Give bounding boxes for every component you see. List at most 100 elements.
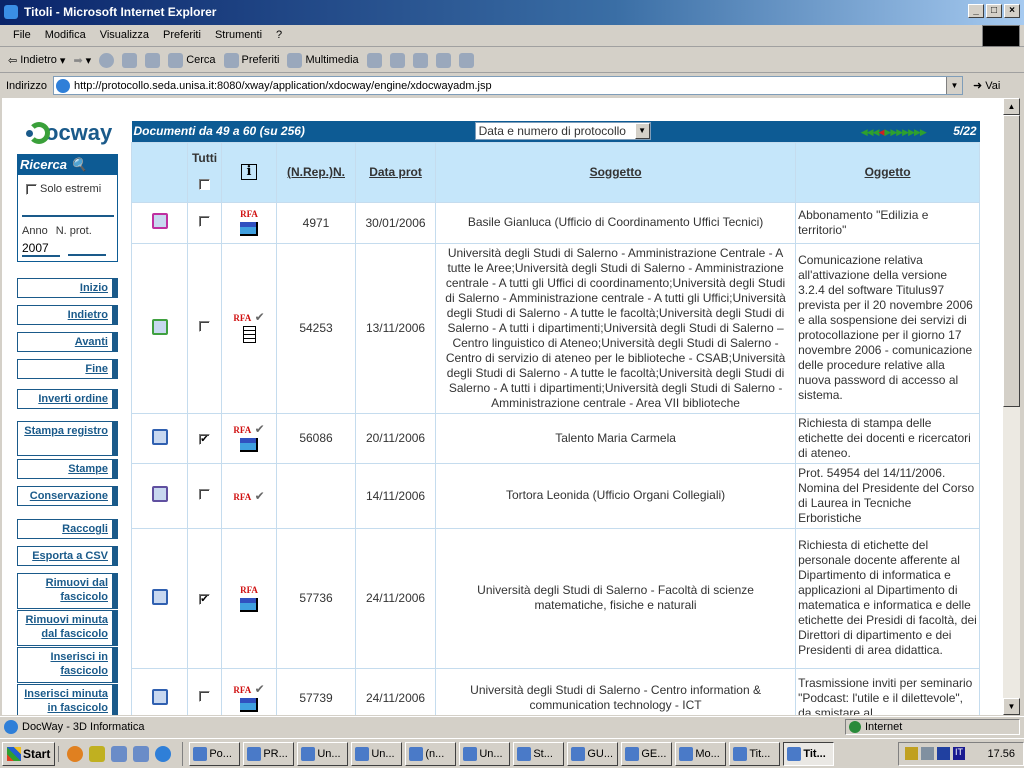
minimize-button[interactable]: _: [968, 4, 984, 18]
taskbar-button[interactable]: St...: [513, 741, 565, 766]
document-type-icon[interactable]: [151, 428, 168, 445]
maximize-button[interactable]: □: [986, 4, 1002, 18]
menu-file[interactable]: File: [6, 29, 38, 46]
taskbar-button[interactable]: Un...: [297, 741, 349, 766]
nav-conservazione[interactable]: Conservazione: [17, 486, 118, 506]
media-button[interactable]: Multimedia: [287, 52, 359, 68]
close-button[interactable]: ×: [1004, 4, 1020, 18]
table-row[interactable]: ✔ RFA 57736 24/11/2006 Università degli …: [131, 527, 981, 669]
taskbar-button[interactable]: PR...: [243, 741, 295, 766]
col-soggetto[interactable]: Soggetto: [590, 165, 642, 179]
taskbar-button[interactable]: Mo...: [675, 741, 727, 766]
row-checkbox[interactable]: [199, 321, 210, 332]
image-attachment-icon[interactable]: [240, 222, 258, 236]
sort-select[interactable]: Data e numero di protocollo ▼: [474, 122, 651, 141]
nav-rimuovi-fascicolo[interactable]: Rimuovi dal fascicolo: [17, 573, 118, 609]
nav-indietro[interactable]: Indietro: [17, 305, 118, 325]
image-attachment-icon[interactable]: [240, 597, 258, 612]
ie-icon[interactable]: [155, 745, 172, 762]
vertical-scrollbar[interactable]: ▲ ▼: [1003, 98, 1020, 715]
nav-stampe[interactable]: Stampe: [17, 459, 118, 479]
row-checkbox[interactable]: ✔: [199, 434, 210, 445]
menu-strumenti[interactable]: Strumenti: [208, 29, 269, 46]
shield-icon[interactable]: [937, 747, 950, 760]
document-type-icon[interactable]: [151, 318, 168, 335]
table-row[interactable]: RFA ✔ 54253 13/11/2006 Università degli …: [131, 242, 981, 414]
nav-raccogli[interactable]: Raccogli: [17, 519, 118, 539]
notepad-icon[interactable]: [111, 745, 128, 762]
rfa-label[interactable]: RFA: [233, 685, 251, 695]
scroll-thumb[interactable]: [1003, 115, 1020, 407]
nav-fine[interactable]: Fine: [17, 359, 118, 379]
address-dropdown[interactable]: ▼: [945, 77, 962, 94]
go-button[interactable]: ➜ Vai: [973, 79, 1000, 93]
volume-icon[interactable]: [905, 747, 918, 760]
solo-estremi-checkbox[interactable]: [26, 183, 37, 195]
image-attachment-icon[interactable]: [240, 437, 258, 452]
nav-esporta-csv[interactable]: Esporta a CSV: [17, 546, 118, 566]
table-row[interactable]: ✔ RFA ✔ 56086 20/11/2006 Talento Maria C…: [131, 412, 981, 464]
forward-button[interactable]: ➡ ▾: [73, 54, 91, 67]
app-icon[interactable]: [133, 745, 150, 762]
image-attachment-icon[interactable]: [240, 697, 258, 712]
menu-modifica[interactable]: Modifica: [38, 29, 93, 46]
clock-app-icon[interactable]: [89, 745, 106, 762]
nav-inverti-ordine[interactable]: Inverti ordine: [17, 389, 118, 409]
mail-icon[interactable]: [389, 52, 405, 68]
row-checkbox[interactable]: ✔: [199, 594, 210, 605]
history-icon[interactable]: [366, 52, 382, 68]
nav-rimuovi-minuta[interactable]: Rimuovi minuta dal fascicolo: [17, 610, 118, 646]
rfa-label[interactable]: RFA: [233, 313, 251, 323]
row-checkbox[interactable]: [199, 215, 210, 227]
taskbar-button[interactable]: (n...: [405, 741, 457, 766]
col-oggetto[interactable]: Oggetto: [865, 165, 911, 179]
magnifier-icon[interactable]: 🔍: [71, 157, 87, 172]
nav-avanti[interactable]: Avanti: [17, 332, 118, 352]
stop-icon[interactable]: [99, 52, 115, 68]
col-data[interactable]: Data prot: [369, 165, 422, 179]
menu-help[interactable]: ?: [269, 29, 289, 46]
menu-preferiti[interactable]: Preferiti: [156, 29, 208, 46]
discuss-icon[interactable]: [458, 52, 474, 68]
refresh-icon[interactable]: [122, 52, 138, 68]
nav-inserisci-minuta[interactable]: Inserisci minuta in fascicolo: [17, 684, 118, 715]
network-icon[interactable]: [921, 747, 934, 760]
taskbar-button[interactable]: Tit...: [783, 741, 835, 766]
nav-stampa-registro[interactable]: Stampa registro: [17, 421, 118, 456]
rfa-label[interactable]: RFA: [240, 585, 258, 595]
scroll-up-button[interactable]: ▲: [1003, 98, 1020, 115]
taskbar-button[interactable]: Un...: [351, 741, 403, 766]
media-player-icon[interactable]: [67, 745, 84, 762]
table-row[interactable]: RFA 4971 30/01/2006 Basile Gianluca (Uff…: [131, 201, 981, 244]
table-row[interactable]: RFA ✔ 57739 24/11/2006 Università degli …: [131, 667, 981, 715]
col-num[interactable]: (N.Rep.)N.: [287, 165, 345, 179]
back-button[interactable]: ⇦ Indietro ▾: [8, 54, 65, 67]
document-type-icon[interactable]: [151, 688, 168, 705]
taskbar-button[interactable]: Un...: [459, 741, 511, 766]
document-type-icon[interactable]: [151, 588, 168, 605]
document-type-icon[interactable]: [151, 486, 168, 502]
address-input[interactable]: http://protocollo.seda.unisa.it:8080/xwa…: [52, 76, 963, 95]
document-type-icon[interactable]: [151, 213, 168, 229]
nav-inserisci-fascicolo[interactable]: Inserisci in fascicolo: [17, 647, 118, 683]
rfa-label[interactable]: RFA: [233, 492, 251, 502]
search-button[interactable]: Cerca: [168, 52, 216, 68]
rfa-label[interactable]: RFA: [240, 209, 258, 219]
edit-icon[interactable]: [435, 52, 451, 68]
table-row[interactable]: RFA ✔ 14/11/2006 Tortora Leonida (Uffici…: [131, 462, 981, 529]
taskbar-button[interactable]: Po...: [189, 741, 241, 766]
row-checkbox[interactable]: [199, 488, 210, 500]
anno-input[interactable]: 2007: [22, 241, 60, 257]
row-checkbox[interactable]: [199, 691, 210, 702]
scroll-down-button[interactable]: ▼: [1003, 698, 1020, 715]
nprot-input[interactable]: [68, 241, 106, 256]
language-indicator[interactable]: IT: [953, 747, 965, 760]
info-icon[interactable]: i: [241, 164, 257, 180]
document-icon[interactable]: [242, 326, 256, 343]
start-button[interactable]: Start: [2, 741, 56, 766]
taskbar-button[interactable]: GE...: [621, 741, 673, 766]
nav-inizio[interactable]: Inizio: [17, 278, 118, 298]
select-all-checkbox[interactable]: [199, 179, 210, 190]
home-icon[interactable]: [145, 52, 161, 68]
menu-visualizza[interactable]: Visualizza: [93, 29, 156, 46]
